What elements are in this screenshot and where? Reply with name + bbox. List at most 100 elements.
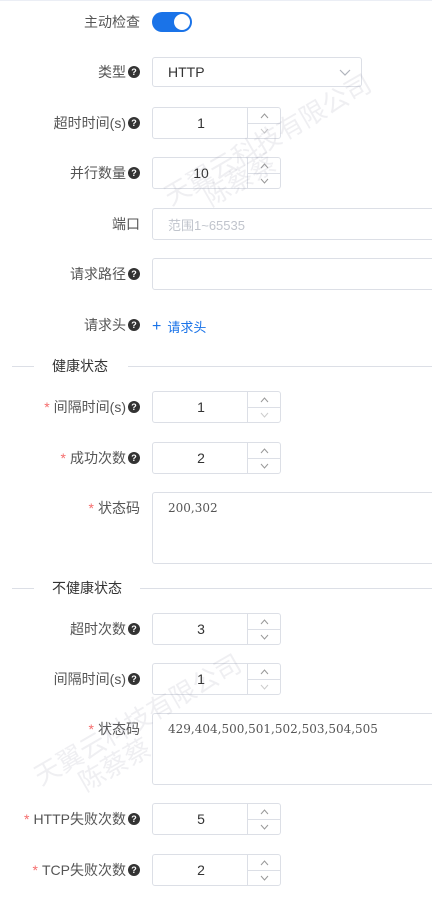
chevron-down-icon <box>260 128 268 134</box>
chevron-down-icon <box>260 463 268 469</box>
parallel-label: 并行数量? <box>70 163 140 183</box>
chevron-up-icon <box>260 808 268 814</box>
port-input[interactable]: 范围1~65535 <box>152 208 432 240</box>
healthy-interval-label: * 间隔时间(s)? <box>44 397 140 417</box>
decrement-button[interactable] <box>248 123 280 138</box>
help-icon[interactable]: ? <box>128 401 140 413</box>
chevron-down-icon <box>260 824 268 830</box>
chevron-up-icon <box>260 112 268 118</box>
success-count-label: * 成功次数? <box>61 448 140 468</box>
help-icon[interactable]: ? <box>128 452 140 464</box>
healthy-interval-stepper[interactable]: 1 <box>152 391 281 423</box>
increment-button[interactable] <box>248 158 280 174</box>
unhealthy-interval-label: 间隔时间(s)? <box>54 669 140 689</box>
http-failures-label: * HTTP失败次数? <box>24 809 140 829</box>
success-count-stepper[interactable]: 2 <box>152 442 281 474</box>
help-icon[interactable]: ? <box>128 813 140 825</box>
stepper-controls <box>247 855 280 885</box>
required-asterisk: * <box>60 450 66 466</box>
decrement-button[interactable] <box>248 407 280 422</box>
http-failures-stepper[interactable]: 5 <box>152 803 281 835</box>
stepper-controls <box>247 614 280 644</box>
help-icon[interactable]: ? <box>128 167 140 179</box>
request-path-input[interactable] <box>152 258 432 290</box>
increment-button[interactable] <box>248 443 280 459</box>
stepper-controls <box>247 158 280 188</box>
required-asterisk: * <box>23 811 30 827</box>
stepper-value[interactable]: 1 <box>153 108 249 138</box>
timeout-label: 超时时间(s)? <box>54 113 140 133</box>
healthy-section-divider: 健康状态 <box>0 356 432 376</box>
chevron-up-icon <box>260 618 268 624</box>
increment-button[interactable] <box>248 804 280 820</box>
help-icon[interactable]: ? <box>128 268 140 280</box>
decrement-button[interactable] <box>248 458 280 473</box>
stepper-controls <box>247 664 280 694</box>
unhealthy-interval-stepper[interactable]: 1 <box>152 663 281 695</box>
chevron-down-icon <box>260 684 268 690</box>
top-divider <box>0 0 432 1</box>
help-icon[interactable]: ? <box>128 117 140 129</box>
increment-button[interactable] <box>248 392 280 408</box>
chevron-down-icon <box>260 634 268 640</box>
healthy-status-codes-textarea[interactable]: 200,302 <box>152 492 432 564</box>
active-check-label: 主动检查 <box>84 14 140 30</box>
active-check-switch[interactable] <box>152 12 192 32</box>
chevron-down-icon <box>260 178 268 184</box>
chevron-down-icon <box>260 875 268 881</box>
stepper-value[interactable]: 2 <box>153 855 249 885</box>
port-label: 端口 <box>112 216 140 232</box>
increment-button[interactable] <box>248 108 280 124</box>
chevron-down-icon <box>339 69 351 76</box>
decrement-button[interactable] <box>248 629 280 644</box>
decrement-button[interactable] <box>248 870 280 885</box>
chevron-up-icon <box>260 396 268 402</box>
unhealthy-section-title: 不健康状态 <box>52 580 122 596</box>
type-select[interactable]: HTTP <box>152 57 362 87</box>
help-icon[interactable]: ? <box>128 673 140 685</box>
help-icon[interactable]: ? <box>128 623 140 635</box>
timeout-stepper[interactable]: 1 <box>152 107 281 139</box>
unhealthy-section-divider: 不健康状态 <box>0 578 432 598</box>
required-asterisk: * <box>88 500 94 516</box>
tcp-failures-stepper[interactable]: 2 <box>152 854 281 886</box>
request-path-label: 请求路径? <box>70 264 140 284</box>
healthy-section-title: 健康状态 <box>52 358 108 374</box>
switch-knob <box>174 14 190 30</box>
help-icon[interactable]: ? <box>128 864 140 876</box>
stepper-controls <box>247 108 280 138</box>
type-label: 类型? <box>98 62 140 82</box>
stepper-controls <box>247 392 280 422</box>
help-icon[interactable]: ? <box>128 66 140 78</box>
increment-button[interactable] <box>248 855 280 871</box>
chevron-up-icon <box>260 668 268 674</box>
stepper-value[interactable]: 3 <box>153 614 249 644</box>
stepper-value[interactable]: 10 <box>153 158 249 188</box>
stepper-value[interactable]: 5 <box>153 804 249 834</box>
decrement-button[interactable] <box>248 679 280 694</box>
tcp-failures-label: * TCP失败次数? <box>33 860 140 880</box>
unhealthy-status-codes-label: * 状态码 <box>88 721 140 737</box>
increment-button[interactable] <box>248 664 280 680</box>
healthy-status-codes-label: * 状态码 <box>88 500 140 516</box>
parallel-stepper[interactable]: 10 <box>152 157 281 189</box>
stepper-controls <box>247 804 280 834</box>
decrement-button[interactable] <box>248 819 280 834</box>
decrement-button[interactable] <box>248 173 280 188</box>
add-request-header-button[interactable]: + 请求头 <box>152 317 206 336</box>
chevron-up-icon <box>260 447 268 453</box>
chevron-up-icon <box>260 859 268 865</box>
help-icon[interactable]: ? <box>128 319 140 331</box>
stepper-value[interactable]: 1 <box>153 664 249 694</box>
plus-icon: + <box>152 317 162 335</box>
required-asterisk: * <box>88 721 94 737</box>
increment-button[interactable] <box>248 614 280 630</box>
unhealthy-status-codes-textarea[interactable]: 429,404,500,501,502,503,504,505 <box>152 713 432 785</box>
chevron-up-icon <box>260 162 268 168</box>
required-asterisk: * <box>32 862 38 878</box>
timeout-count-stepper[interactable]: 3 <box>152 613 281 645</box>
stepper-controls <box>247 443 280 473</box>
stepper-value[interactable]: 1 <box>153 392 249 422</box>
required-asterisk: * <box>44 399 50 415</box>
stepper-value[interactable]: 2 <box>153 443 249 473</box>
